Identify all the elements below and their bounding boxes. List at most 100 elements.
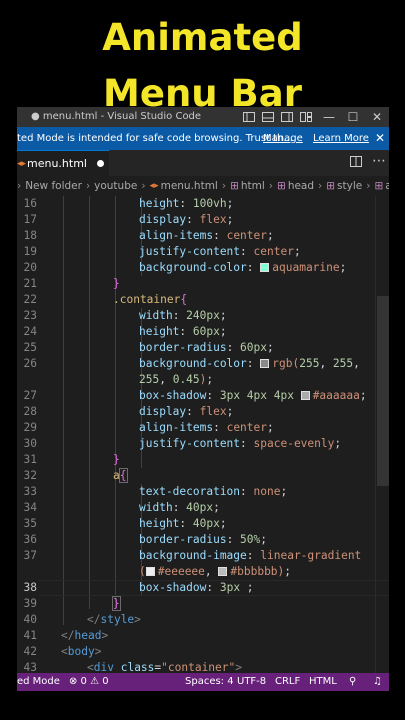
- code-line: 33 text-decoration: none;: [17, 484, 389, 500]
- more-actions-icon[interactable]: ⋯: [372, 153, 386, 169]
- code-line: 25 border-radius: 60px;: [17, 340, 389, 356]
- code-token: box-shadow: 3px ;: [139, 581, 254, 594]
- customize-layout-icon[interactable]: [298, 111, 313, 123]
- code-token: none: [253, 485, 281, 498]
- code-token: background-color: aquamarine;: [139, 261, 347, 274]
- learn-more-link[interactable]: Learn More: [313, 133, 369, 144]
- code-token: 3px: [219, 581, 241, 594]
- code-line: 28 display: flex;: [17, 404, 389, 420]
- problems-indicator[interactable]: ⊗ 0 ⚠ 0: [69, 676, 109, 687]
- code-token: display: [139, 213, 187, 226]
- code-token: </: [61, 629, 75, 642]
- code-line: 17 display: flex;: [17, 212, 389, 228]
- code-token: center: [253, 245, 294, 258]
- line-number: 37: [23, 549, 37, 562]
- code-token: 255, 0.45);: [139, 373, 214, 386]
- line-number: 38: [23, 581, 37, 594]
- code-token: box-shadow: [139, 389, 207, 402]
- close-window-button[interactable]: ✕: [365, 107, 389, 127]
- code-token: align-items: [139, 421, 214, 434]
- code-token: background-image: [139, 549, 247, 562]
- code-line: 21}: [17, 276, 389, 292]
- code-line: 23 width: 240px;: [17, 308, 389, 324]
- editor-tab-bar: ◂▸ menu.html ⋯: [17, 150, 389, 176]
- line-number: 33: [23, 485, 37, 498]
- minimize-button[interactable]: —: [317, 107, 341, 127]
- code-token: width: [139, 309, 173, 322]
- breadcrumb-chevron-icon: ›: [141, 180, 146, 192]
- code-line: 34 width: 40px;: [17, 500, 389, 516]
- line-number: 42: [23, 645, 37, 658]
- tab-menu-html[interactable]: ◂▸ menu.html: [17, 150, 109, 176]
- breadcrumb-menu-html[interactable]: menu.html: [161, 180, 218, 192]
- unsaved-dot-icon[interactable]: [96, 160, 104, 167]
- banner-close-icon[interactable]: ✕: [375, 131, 385, 145]
- code-token: background-color: [139, 261, 247, 274]
- code-token: (: [139, 565, 146, 578]
- line-number: 27: [23, 389, 37, 402]
- code-token: background-color: [139, 357, 247, 370]
- code-token: ): [199, 373, 207, 386]
- code-token: align-items: center;: [139, 229, 274, 242]
- code-token: a{: [113, 468, 128, 484]
- code-token: justify-content: space-evenly;: [139, 437, 342, 450]
- code-editor[interactable]: 16 height: 100vh; 17 display: flex; 18 alig…: [17, 196, 389, 673]
- code-token: #aaaaaa: [312, 389, 360, 402]
- code-token: aquamarine: [272, 261, 340, 274]
- restricted-mode-indicator[interactable]: ed Mode: [17, 676, 60, 687]
- code-line: 30 justify-content: space-evenly;: [17, 436, 389, 452]
- breadcrumb-head[interactable]: head: [288, 180, 314, 192]
- breadcrumb-youtube[interactable]: youtube: [94, 180, 137, 192]
- code-token: }: [113, 276, 120, 292]
- vertical-scrollbar[interactable]: [375, 196, 389, 673]
- toggle-primary-sidebar-icon[interactable]: [241, 111, 256, 123]
- code-token: div: [93, 661, 114, 673]
- tab-label: menu.html: [27, 157, 87, 170]
- color-swatch: [300, 391, 310, 400]
- line-number: 19: [23, 245, 37, 258]
- code-line: 16 height: 100vh;: [17, 196, 389, 212]
- split-editor-icon[interactable]: [350, 156, 362, 170]
- code-token: space-evenly: [253, 437, 335, 450]
- code-token: .container: [113, 293, 181, 306]
- code-line: 24 height: 60px;: [17, 324, 389, 340]
- code-token: >: [134, 613, 141, 626]
- toggle-secondary-sidebar-icon[interactable]: [279, 111, 294, 123]
- line-number: 26: [23, 357, 37, 370]
- eol-status[interactable]: CRLF: [275, 676, 300, 687]
- code-line: (#eeeeee, #bbbbbb);: [17, 564, 389, 580]
- code-token: {: [118, 468, 128, 483]
- code-token: linear-gradient: [260, 549, 362, 562]
- language-status[interactable]: HTML: [309, 676, 337, 687]
- indentation-status[interactable]: Spaces: 4: [185, 676, 234, 687]
- code-line: 39}: [17, 596, 389, 612]
- code-token: display: flex;: [139, 213, 234, 226]
- code-token: height: 40px;: [139, 517, 227, 530]
- code-token: {: [180, 293, 188, 306]
- code-token: border-radius: [139, 533, 227, 546]
- code-line: 36 border-radius: 50%;: [17, 532, 389, 548]
- video-headline: Animated Menu Bar: [0, 10, 405, 122]
- code-token: style: [100, 613, 135, 626]
- breadcrumb-new-folder[interactable]: New folder: [25, 180, 82, 192]
- breadcrumb-a[interactable]: a: [385, 180, 389, 192]
- manage-link[interactable]: Manage: [263, 133, 303, 144]
- encoding-status[interactable]: UTF-8: [237, 676, 266, 687]
- code-token: >: [94, 645, 102, 658]
- code-token: <div class="container">: [87, 661, 242, 673]
- line-number: 25: [23, 341, 37, 354]
- element-tag-icon: ⊞: [277, 180, 286, 192]
- breadcrumb-html[interactable]: html: [241, 180, 265, 192]
- maximize-button[interactable]: ☐: [341, 107, 365, 127]
- code-token: justify-content: [139, 245, 241, 258]
- toggle-panel-icon[interactable]: [260, 111, 275, 123]
- restricted-mode-banner: ted Mode is intended for safe code brows…: [17, 127, 389, 150]
- code-token: display: flex;: [139, 405, 234, 418]
- feedback-icon[interactable]: ⚲: [349, 676, 356, 687]
- code-token: width: [139, 501, 173, 514]
- breadcrumb-style[interactable]: style: [337, 180, 362, 192]
- code-line: 20 background-color: aquamarine;: [17, 260, 389, 276]
- notifications-bell-icon[interactable]: ♫: [373, 676, 382, 687]
- code-token: >: [235, 661, 242, 673]
- scrollbar-thumb[interactable]: [377, 296, 389, 486]
